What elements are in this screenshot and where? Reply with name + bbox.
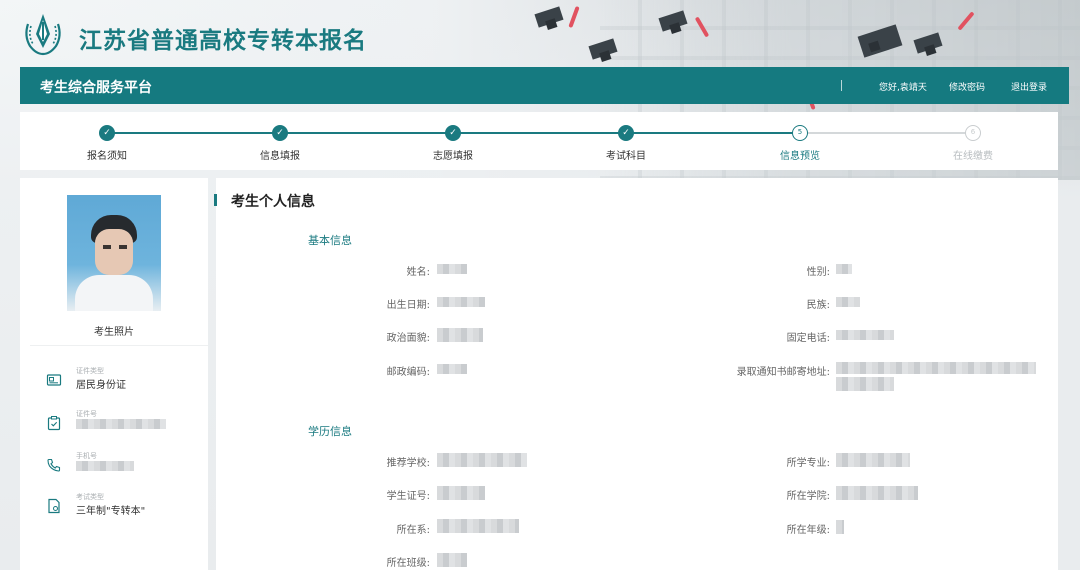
- logout-link[interactable]: 退出登录: [1011, 80, 1047, 93]
- step-label: 考试科目: [606, 151, 646, 162]
- step-label: 信息预览: [780, 151, 820, 162]
- redacted-value: [437, 519, 519, 533]
- check-icon: ✓: [272, 125, 288, 141]
- change-password-link[interactable]: 修改密码: [949, 80, 985, 93]
- step-label: 志愿填报: [433, 151, 473, 162]
- education-info-title: 学历信息: [308, 425, 352, 438]
- redacted-value: [437, 328, 483, 342]
- photo-eye: [119, 245, 127, 249]
- step-label: 报名须知: [87, 151, 127, 162]
- field-label: 所在年级:: [786, 525, 830, 536]
- page-title: 考生个人信息: [231, 194, 315, 210]
- redacted-value: [836, 520, 844, 534]
- site-header: 江苏省普通高校专转本报名: [0, 0, 1080, 66]
- divider: [30, 345, 208, 346]
- redacted-value: [76, 419, 166, 429]
- redacted-value: [437, 553, 467, 567]
- redacted-value: [836, 453, 910, 467]
- field-label: 推荐学校:: [386, 458, 430, 469]
- field-caption: 证件号: [76, 410, 97, 418]
- field-label: 所学专业:: [786, 458, 830, 469]
- field-label: 出生日期:: [386, 300, 430, 311]
- field-label: 所在班级:: [386, 558, 430, 569]
- clipboard-icon: [47, 416, 61, 431]
- redacted-value: [437, 453, 527, 467]
- phone-value: [76, 461, 134, 472]
- redacted-value: [437, 264, 467, 274]
- basic-info-title: 基本信息: [308, 234, 352, 247]
- id-card-icon: [46, 374, 62, 386]
- field-caption: 考试类型: [76, 493, 104, 501]
- field-caption: 手机号: [76, 452, 97, 460]
- exam-type-value: 三年制"专转本": [76, 506, 146, 517]
- photo-face: [95, 229, 133, 275]
- field-label: 录取通知书邮寄地址:: [736, 367, 830, 378]
- user-greeting: 您好,袁靖天: [879, 83, 927, 93]
- redacted-value: [836, 362, 1036, 374]
- redacted-value: [437, 297, 485, 307]
- redacted-value: [437, 364, 467, 374]
- school-logo-icon: [25, 14, 61, 56]
- redacted-value: [437, 486, 485, 500]
- field-caption: 证件类型: [76, 367, 104, 375]
- site-title: 江苏省普通高校专转本报名: [79, 28, 367, 54]
- photo-body: [75, 275, 153, 311]
- field-label: 姓名:: [406, 267, 430, 278]
- field-label: 固定电话:: [786, 333, 830, 344]
- candidate-sidebar: 考生照片 证件类型 居民身份证 证件号 手机号 考试类型 三年制"专转本": [20, 178, 208, 570]
- field-label: 性别:: [806, 267, 830, 278]
- field-label: 邮政编码:: [386, 367, 430, 378]
- check-icon: ✓: [445, 125, 461, 141]
- step-label: 信息填报: [260, 151, 300, 162]
- step-number-badge: 6: [965, 125, 981, 141]
- platform-name: 考生综合服务平台: [40, 80, 152, 96]
- exam-type-icon: [48, 498, 60, 514]
- phone-icon: [47, 458, 61, 472]
- redacted-value: [836, 297, 860, 307]
- redacted-value: [836, 264, 852, 274]
- redacted-value: [76, 461, 134, 471]
- photo-eye: [103, 245, 111, 249]
- photo-caption: 考生照片: [94, 327, 134, 338]
- title-accent: [214, 194, 217, 206]
- redacted-value: [836, 330, 894, 340]
- field-label: 学生证号:: [386, 491, 430, 502]
- candidate-photo: [67, 195, 161, 311]
- step-number-badge: 5: [792, 125, 808, 141]
- id-type-value: 居民身份证: [76, 380, 126, 391]
- redacted-value: [836, 377, 894, 391]
- nav-divider: [841, 80, 842, 91]
- field-label: 所在学院:: [786, 491, 830, 502]
- progress-steps: ✓ 报名须知 ✓ 信息填报 ✓ 志愿填报 ✓ 考试科目 5 信息预览 6 在线缴…: [20, 112, 1058, 170]
- field-label: 所在系:: [396, 525, 430, 536]
- step-label: 在线缴费: [953, 151, 993, 162]
- field-label: 政治面貌:: [386, 333, 430, 344]
- redacted-value: [836, 486, 918, 500]
- id-number-value: [76, 419, 166, 430]
- field-label: 民族:: [806, 300, 830, 311]
- check-icon: ✓: [618, 125, 634, 141]
- top-navbar: 考生综合服务平台 您好,袁靖天 修改密码 退出登录: [20, 67, 1069, 104]
- check-icon: ✓: [99, 125, 115, 141]
- info-panel: 考生个人信息 基本信息 姓名: 性别: 出生日期: 民族: 政治面貌: 固定电话…: [214, 178, 1058, 570]
- step-connector: [800, 132, 973, 134]
